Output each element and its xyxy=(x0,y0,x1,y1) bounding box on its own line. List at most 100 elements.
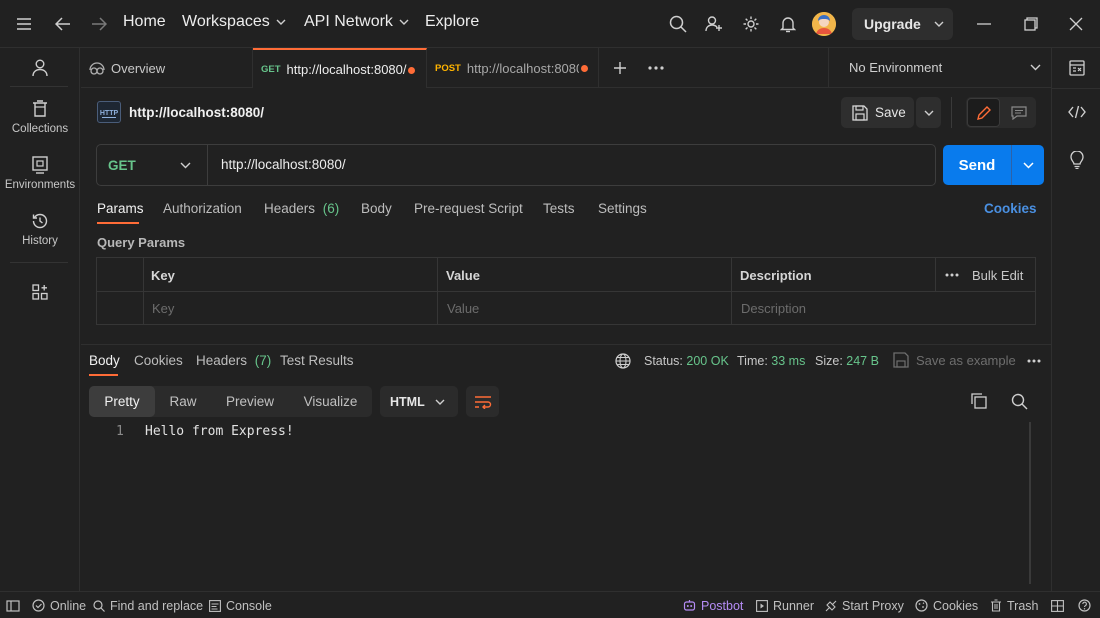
description-input[interactable]: Description xyxy=(741,292,806,325)
nav-explore[interactable]: Explore xyxy=(425,13,479,31)
format-label: HTML xyxy=(390,394,425,409)
chevron-down-icon xyxy=(924,110,933,116)
response-tab-cookies[interactable]: Cookies xyxy=(134,353,183,368)
upgrade-button[interactable]: Upgrade xyxy=(852,8,953,40)
gear-icon[interactable] xyxy=(741,14,761,34)
tab-label: Settings xyxy=(598,201,647,216)
tab-post-request[interactable]: POST http://localhost:8080/ xyxy=(427,48,599,88)
postbot-button[interactable]: Postbot xyxy=(683,592,743,618)
restore-window-icon[interactable] xyxy=(1021,14,1041,34)
nav-workspaces[interactable]: Workspaces xyxy=(182,13,286,31)
sidebar-item-collections[interactable]: Collections xyxy=(0,100,80,135)
runner-label: Runner xyxy=(773,598,814,613)
back-arrow-icon[interactable] xyxy=(53,14,73,34)
request-name[interactable]: http://localhost:8080/ xyxy=(129,105,264,120)
more-options-icon[interactable] xyxy=(945,268,959,282)
new-tab-plus-icon[interactable] xyxy=(610,58,630,78)
url-input[interactable]: http://localhost:8080/ xyxy=(221,157,346,172)
avatar[interactable] xyxy=(812,12,836,36)
send-button[interactable]: Send xyxy=(943,145,1011,185)
edit-button[interactable] xyxy=(967,98,1000,127)
user-icon[interactable] xyxy=(30,58,50,78)
minimize-icon[interactable] xyxy=(974,14,994,34)
response-tab-test-results[interactable]: Test Results xyxy=(280,353,354,368)
send-label: Send xyxy=(958,156,996,174)
tab-label: Body xyxy=(89,353,120,368)
unsaved-dot xyxy=(408,67,415,74)
code-icon[interactable] xyxy=(1067,102,1087,122)
tab-get-request[interactable]: GET http://localhost:8080/ xyxy=(253,48,427,88)
search-icon xyxy=(93,599,105,612)
tab-overview[interactable]: Overview xyxy=(81,48,253,88)
view-visualize[interactable]: Visualize xyxy=(289,386,372,417)
tab-label: Test Results xyxy=(280,353,354,368)
invite-user-icon[interactable] xyxy=(704,14,724,34)
tab-params[interactable]: Params xyxy=(97,201,144,224)
online-status[interactable]: Online xyxy=(32,592,86,618)
sidebar-item-label: Collections xyxy=(11,123,69,135)
toggle-sidebar-icon[interactable] xyxy=(6,592,20,618)
left-sidebar: Collections Environments History xyxy=(0,48,80,591)
tab-pre-request-script[interactable]: Pre-request Script xyxy=(414,201,523,216)
tab-body[interactable]: Body xyxy=(361,201,392,216)
tab-authorization[interactable]: Authorization xyxy=(163,201,242,216)
two-pane-view-icon[interactable] xyxy=(1051,592,1064,618)
tab-tests[interactable]: Tests xyxy=(543,201,575,216)
response-tab-body[interactable]: Body xyxy=(89,353,120,376)
configure-workbench-icon[interactable] xyxy=(30,282,50,302)
copy-icon[interactable] xyxy=(970,392,988,410)
find-replace-button[interactable]: Find and replace xyxy=(93,592,203,618)
close-icon[interactable] xyxy=(1066,14,1086,34)
tab-settings[interactable]: Settings xyxy=(598,201,647,216)
edit-comment-toggle xyxy=(966,97,1036,128)
value-input[interactable]: Value xyxy=(447,292,479,325)
method-select[interactable]: GET xyxy=(97,145,208,185)
method-badge: POST xyxy=(435,62,461,74)
unsaved-dot xyxy=(581,65,588,72)
sidebar-item-history[interactable]: History xyxy=(0,212,80,247)
column-header-key: Key xyxy=(151,267,175,283)
trash-button[interactable]: Trash xyxy=(990,592,1039,618)
view-preview[interactable]: Preview xyxy=(211,386,289,417)
wrap-lines-button[interactable] xyxy=(466,386,499,417)
globe-icon[interactable] xyxy=(614,352,632,370)
save-button[interactable]: Save xyxy=(841,97,914,128)
menu-icon[interactable] xyxy=(14,14,34,34)
search-icon[interactable] xyxy=(668,14,688,34)
view-raw[interactable]: Raw xyxy=(155,386,211,417)
console-button[interactable]: Console xyxy=(209,592,272,618)
environment-quick-look-icon[interactable] xyxy=(1067,58,1087,78)
chevron-down-icon xyxy=(180,162,191,169)
sidebar-item-environments[interactable]: Environments xyxy=(0,156,80,191)
lightbulb-icon[interactable] xyxy=(1067,150,1087,170)
save-options-button[interactable] xyxy=(916,97,941,128)
key-input[interactable]: Key xyxy=(152,292,174,325)
comments-button[interactable] xyxy=(1004,98,1034,127)
tab-headers[interactable]: Headers (6) xyxy=(264,201,339,216)
start-proxy-button[interactable]: Start Proxy xyxy=(825,592,904,618)
view-pretty[interactable]: Pretty xyxy=(89,386,155,417)
bell-icon[interactable] xyxy=(778,14,798,34)
environment-select[interactable]: No Environment xyxy=(828,48,1051,87)
forward-arrow-icon[interactable] xyxy=(89,14,109,34)
search-icon[interactable] xyxy=(1010,392,1028,410)
active-tab-underline xyxy=(97,222,139,224)
nav-home[interactable]: Home xyxy=(123,13,166,31)
nav-api-network[interactable]: API Network xyxy=(304,13,409,31)
cookies-button[interactable]: Cookies xyxy=(915,592,978,618)
help-icon[interactable] xyxy=(1078,592,1091,618)
more-tabs-icon[interactable] xyxy=(646,58,666,78)
chevron-down-icon xyxy=(276,19,286,25)
request-url-bar: GET http://localhost:8080/ xyxy=(96,144,936,186)
cookies-link[interactable]: Cookies xyxy=(984,201,1037,216)
response-tab-headers[interactable]: Headers (7) xyxy=(196,353,271,368)
format-select[interactable]: HTML xyxy=(380,386,458,417)
save-as-example-button[interactable]: Save as example xyxy=(893,352,1016,368)
more-options-icon[interactable] xyxy=(1026,355,1042,367)
scrollbar[interactable] xyxy=(1029,422,1031,584)
bulk-edit-button[interactable]: Bulk Edit xyxy=(972,258,1023,292)
runner-button[interactable]: Runner xyxy=(756,592,814,618)
nav-home-label: Home xyxy=(123,13,166,30)
send-options-button[interactable] xyxy=(1012,145,1044,185)
response-size: Size: 247 B xyxy=(815,354,879,368)
